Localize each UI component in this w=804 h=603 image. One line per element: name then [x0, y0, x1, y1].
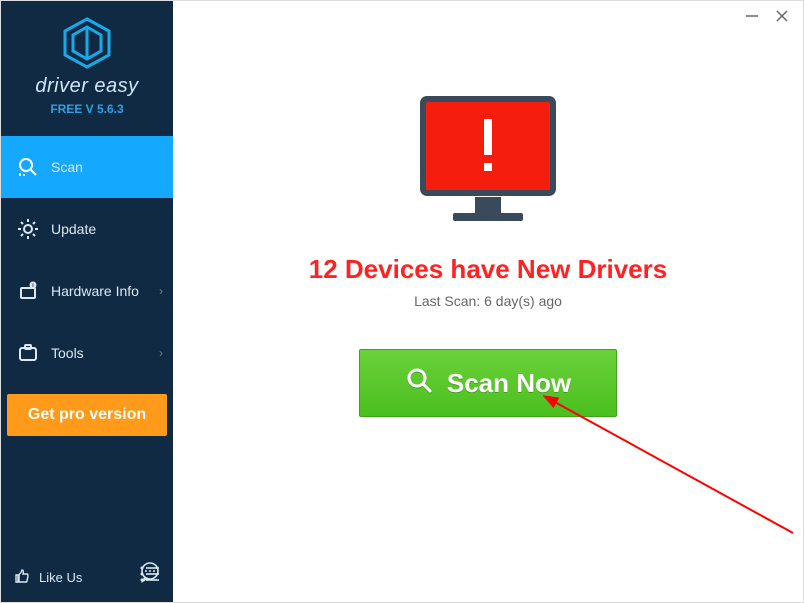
window-controls	[731, 1, 803, 31]
brand-text: driver easy	[1, 75, 173, 98]
sidebar-item-scan[interactable]: Scan	[1, 136, 173, 198]
sidebar-item-label: Hardware Info	[51, 283, 139, 299]
like-us-label: Like Us	[39, 570, 82, 585]
sidebar-item-label: Tools	[51, 345, 84, 361]
sidebar-item-hardware-info[interactable]: i Hardware Info ›	[1, 260, 173, 322]
app-window: driver easy FREE V 5.6.3 Scan Update i	[0, 0, 804, 603]
sidebar-item-label: Scan	[51, 159, 83, 175]
tools-icon	[15, 342, 41, 364]
sidebar-item-label: Update	[51, 221, 96, 237]
chevron-right-icon: ›	[159, 346, 163, 360]
sidebar-nav: Scan Update i Hardware Info › Tools	[1, 136, 173, 384]
close-button[interactable]	[773, 7, 791, 25]
sidebar-item-tools[interactable]: Tools ›	[1, 322, 173, 384]
minimize-button[interactable]	[743, 7, 761, 25]
headline-text: 12 Devices have New Drivers	[309, 254, 667, 285]
logo-area: driver easy FREE V 5.6.3	[1, 1, 173, 126]
search-icon	[405, 366, 433, 401]
gear-icon	[15, 218, 41, 240]
chevron-right-icon: ›	[159, 284, 163, 298]
menu-icon[interactable]	[139, 565, 161, 588]
hardware-icon: i	[15, 280, 41, 302]
main-panel: 12 Devices have New Drivers Last Scan: 6…	[173, 1, 803, 602]
sidebar: driver easy FREE V 5.6.3 Scan Update i	[1, 1, 173, 602]
app-logo-icon	[59, 15, 115, 71]
thumbs-up-icon	[13, 567, 31, 588]
scan-now-label: Scan Now	[447, 368, 571, 399]
alert-monitor-icon	[413, 91, 563, 236]
annotation-arrow-icon	[543, 393, 803, 553]
last-scan-text: Last Scan: 6 day(s) ago	[414, 293, 562, 309]
search-icon	[15, 156, 41, 178]
scan-now-button[interactable]: Scan Now	[359, 349, 617, 417]
sidebar-item-update[interactable]: Update	[1, 198, 173, 260]
sidebar-bottom: Like Us	[1, 557, 173, 602]
version-text: FREE V 5.6.3	[1, 102, 173, 116]
get-pro-label: Get pro version	[28, 406, 146, 424]
get-pro-button[interactable]: Get pro version	[7, 394, 167, 436]
